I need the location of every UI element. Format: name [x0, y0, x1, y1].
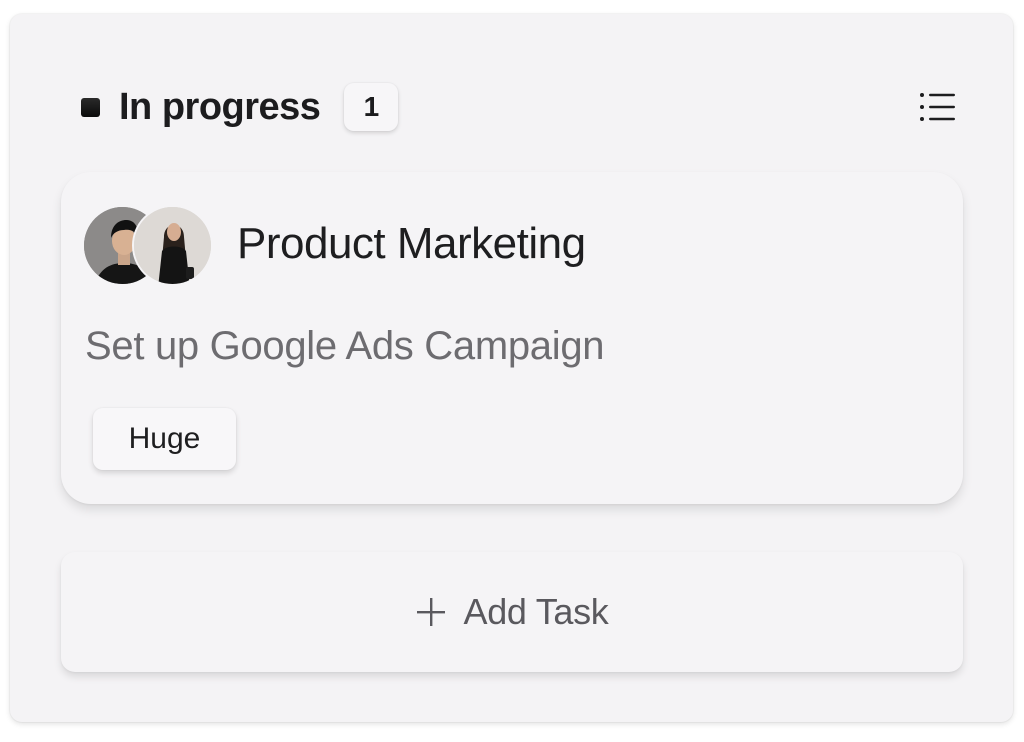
kanban-column: In progress 1 Product Marketing Set up G…: [10, 14, 1013, 722]
add-task-label: Add Task: [463, 591, 609, 632]
add-task-button[interactable]: Add Task: [61, 552, 963, 672]
task-title: Set up Google Ads Campaign: [85, 324, 605, 368]
avatar[interactable]: [132, 205, 213, 286]
status-indicator: [81, 97, 100, 117]
assignee-avatars: [82, 205, 222, 287]
column-header: In progress 1: [70, 76, 958, 138]
column-title: In progress: [119, 85, 321, 128]
task-count-badge: 1: [344, 83, 399, 131]
plus-icon: [417, 598, 446, 626]
task-category: Product Marketing: [237, 219, 586, 268]
woman-avatar-icon: [134, 207, 211, 284]
size-tag[interactable]: Huge: [93, 408, 236, 470]
task-card[interactable]: Product Marketing Set up Google Ads Camp…: [61, 172, 963, 504]
list-icon: [920, 93, 955, 121]
list-menu-button[interactable]: [918, 89, 958, 125]
